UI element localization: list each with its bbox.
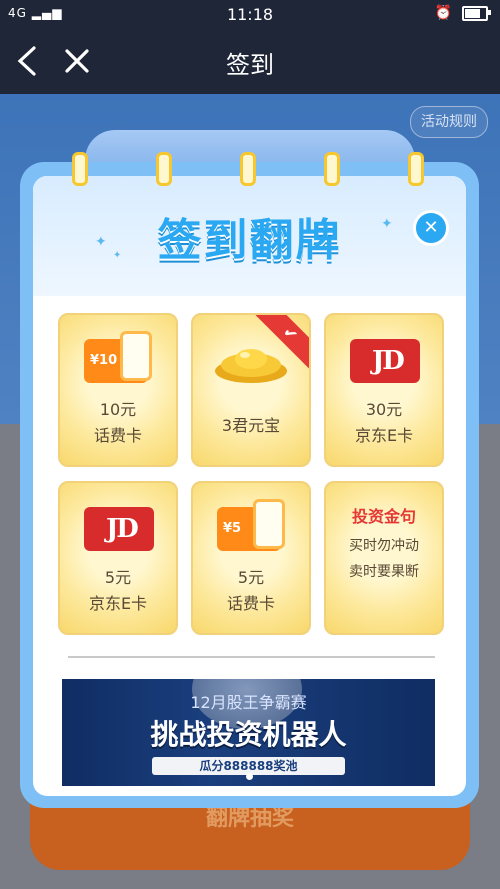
jd-card-icon: JD [84,507,154,551]
prize-card-2[interactable]: ✔ 3君元宝 [191,313,311,467]
status-bar: 4G ▂▄▆ 11:18 ⏰ [0,0,500,28]
carousel-indicator[interactable] [246,773,253,780]
modal-header: ✦ ✦ ✦ 签到翻牌 ✕ [33,176,466,296]
prize-card-3[interactable]: JD 30元 京东E卡 [324,313,444,467]
card-label: 3君元宝 [221,416,281,435]
binder-ring [72,152,88,186]
dotted-divider [70,656,435,658]
binder-ring [324,152,340,186]
card-label: 京东E卡 [354,426,414,445]
modal-title: 签到翻牌 [157,215,342,266]
card-amount: 5元 [237,568,265,587]
banner-headline: 挑战投资机器人 [150,718,347,751]
page-title: 签到 [226,51,274,79]
modal-close-button[interactable]: ✕ [413,210,449,246]
binder-ring [156,152,172,186]
rules-button[interactable]: 活动规则 [410,106,488,138]
jd-card-icon: JD [350,339,420,383]
gold-ingot-icon [215,349,287,383]
banner-subtitle: 12月股王争霸赛 [190,693,307,712]
prize-card-5[interactable]: ¥5 5元 话费卡 [191,481,311,635]
phone-card-icon: ¥5 [217,499,285,551]
card-label: 京东E卡 [88,594,148,613]
card-label: 话费卡 [226,594,275,613]
card-amount: 5元 [104,568,132,587]
navbar: 签到 [0,28,500,94]
clock: 11:18 [226,5,274,24]
prize-card-6[interactable]: 投资金句 买时勿冲动 卖时要果断 [324,481,444,635]
quote-line: 买时勿冲动 [349,538,419,554]
card-amount: 10元 [99,400,137,419]
card-label: 话费卡 [93,426,142,445]
quote-line: 卖时要果断 [349,564,419,580]
battery-icon [462,5,491,21]
alarm-icon: ⏰ [434,5,452,21]
binder-ring [240,152,256,186]
close-icon: ✕ [423,217,439,238]
prize-card-1[interactable]: ¥10 10元 话费卡 [58,313,178,467]
binder-ring [408,152,424,186]
promo-banner[interactable]: 12月股王争霸赛 挑战投资机器人 瓜分888888奖池 [62,679,435,786]
quote-title: 投资金句 [351,507,416,526]
card-amount: 30元 [365,400,403,419]
prize-card-4[interactable]: JD 5元 京东E卡 [58,481,178,635]
phone-card-icon: ¥10 [84,331,152,383]
